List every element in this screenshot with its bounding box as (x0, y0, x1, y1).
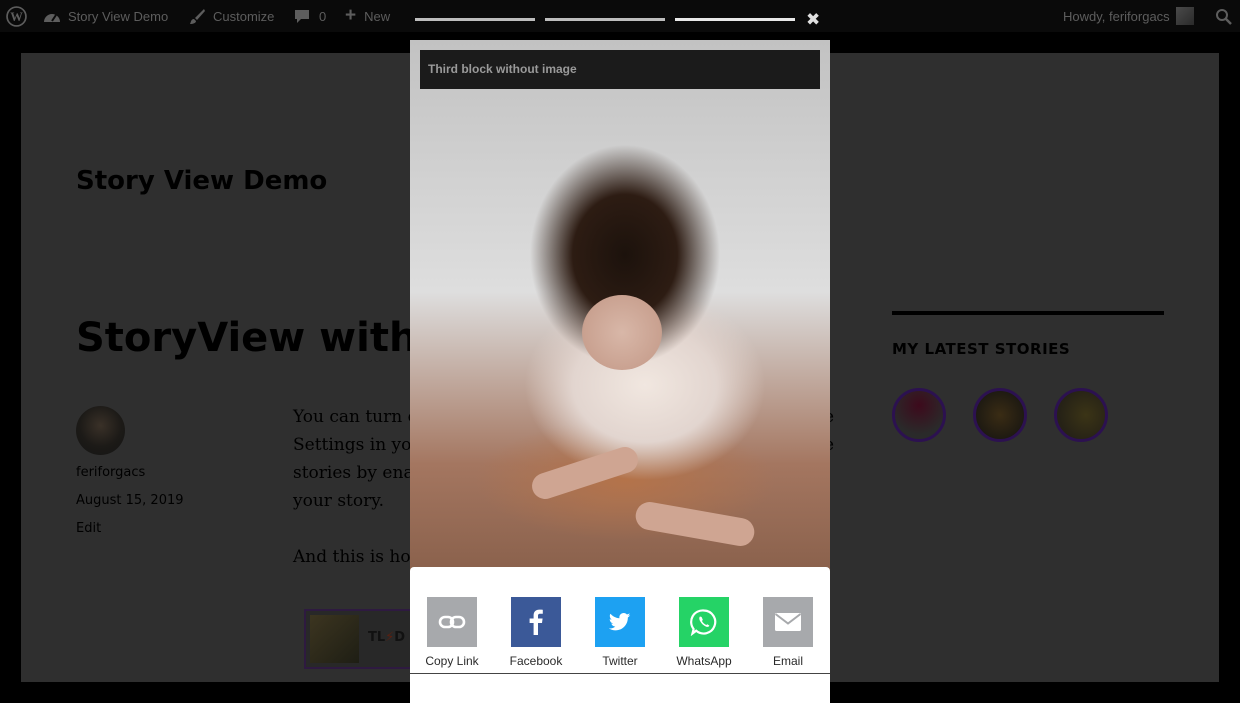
search-icon[interactable] (1215, 0, 1232, 32)
edit-link[interactable]: Edit (76, 521, 101, 536)
close-icon[interactable]: ✖ (806, 10, 820, 30)
content-line: You can turn o (293, 407, 418, 427)
post-date[interactable]: August 15, 2019 (76, 493, 184, 508)
story-photo-face (582, 295, 662, 370)
customize-label: Customize (213, 8, 275, 24)
my-account-menu[interactable]: Howdy, feriforgacs (1063, 0, 1194, 32)
new-content-menu[interactable]: + New (345, 0, 390, 32)
brush-icon (189, 8, 206, 25)
post-title: StoryView with s (76, 315, 456, 361)
author-avatar (76, 406, 125, 455)
share-label: WhatsApp (676, 654, 732, 668)
share-panel: Copy Link Facebook Twitter WhatsApp Emai… (410, 567, 830, 703)
email-icon (763, 597, 813, 647)
new-label: New (364, 8, 391, 24)
admin-bar: W Story View Demo Customize 0 + New Howd… (0, 0, 1240, 32)
share-facebook-button[interactable]: Facebook (494, 597, 578, 668)
svg-text:W: W (10, 10, 23, 24)
comments-link[interactable]: 0 (294, 0, 326, 32)
story-circle[interactable] (892, 388, 946, 442)
story-block-header: Third block without image (420, 50, 820, 89)
twitter-icon (595, 597, 645, 647)
share-label: Facebook (509, 654, 563, 668)
comments-count: 0 (319, 8, 327, 24)
widget-divider (892, 311, 1164, 315)
widget-title: MY LATEST STORIES (892, 340, 1071, 358)
greeting-label: Howdy, feriforgacs (1063, 8, 1170, 24)
content-line: stories by enab (293, 463, 425, 483)
comment-icon (294, 9, 310, 24)
site-name-menu[interactable]: Story View Demo (43, 0, 168, 32)
share-copy-link-button[interactable]: Copy Link (410, 597, 494, 668)
share-label: Copy Link (425, 654, 479, 668)
story-embed[interactable]: TL⚡D (304, 609, 418, 669)
whatsapp-icon (679, 597, 729, 647)
site-name-label: Story View Demo (68, 8, 169, 24)
story-embed-title: TL⚡D (368, 630, 406, 645)
content-line: Settings in you (293, 435, 423, 455)
share-label: Email (772, 654, 803, 668)
plus-icon: + (345, 5, 357, 26)
link-icon (427, 597, 477, 647)
share-twitter-button[interactable]: Twitter (578, 597, 662, 668)
facebook-icon (511, 597, 561, 647)
share-whatsapp-button[interactable]: WhatsApp (662, 597, 746, 668)
story-embed-thumbnail (310, 615, 359, 663)
user-avatar (1175, 7, 1194, 25)
bolt-icon: ⚡ (385, 630, 395, 645)
story-progress-segment (675, 18, 795, 21)
story-circle[interactable] (973, 388, 1027, 442)
share-label: Twitter (602, 654, 638, 668)
share-email-button[interactable]: Email (746, 597, 830, 668)
story-progress-segment (545, 18, 665, 21)
author-name[interactable]: feriforgacs (76, 465, 145, 480)
customize-link[interactable]: Customize (189, 0, 274, 32)
story-block-title: Third block without image (428, 62, 577, 76)
content-paragraph: And this is how (293, 547, 426, 567)
share-divider (410, 673, 830, 674)
site-title[interactable]: Story View Demo (76, 166, 327, 196)
story-circle[interactable] (1054, 388, 1108, 442)
content-line: your story. (293, 491, 384, 511)
dashboard-icon (43, 8, 61, 24)
wordpress-logo-icon[interactable]: W (6, 0, 28, 32)
story-progress-segment (415, 18, 535, 21)
